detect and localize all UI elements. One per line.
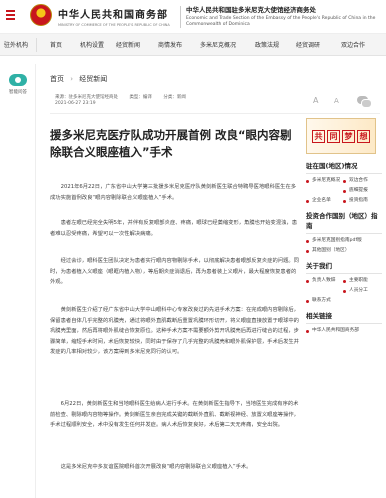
article-date: 2021-06-27 23:19 [55, 101, 96, 106]
article-paragraph: 2021年6月22日，广东省中山大学第三批援多米尼克医疗队黄剑新医生联合特聘导医… [50, 184, 297, 201]
bullet-icon [306, 280, 309, 283]
article-paragraph: 6月22日，黄剑新医生和当地眼科医生给病人进行手术。在黄剑新医生指导下，当地医生… [50, 401, 299, 428]
nav-item-research[interactable]: 经贸调研 [296, 40, 320, 49]
site-brand[interactable]: 中华人民共和国商务部 MINISTRY OF COMMERCE OF THE P… [58, 6, 170, 27]
bullet-icon [306, 250, 309, 253]
bullet-icon [306, 180, 309, 183]
common-dream-banner[interactable]: 共 同 梦 想 [306, 118, 376, 154]
breadcrumb-section[interactable]: 经贸新闻 [79, 75, 107, 83]
sidebar-link[interactable]: 企业名单 [306, 198, 343, 204]
smart-qa-label: 智能问答 [9, 90, 27, 95]
sidebar-link[interactable]: 主要职能 [343, 278, 380, 284]
breadcrumb-separator: › [70, 75, 74, 83]
font-decrease-button[interactable]: A [334, 97, 339, 105]
article-paragraph: 黄剑新医生介绍了经广东省中山大学中山眼科中心专家改良过的先进手术方案：在完成眼内… [50, 307, 299, 355]
article-source: 来源：驻多米尼克大使馆经商处 [55, 95, 118, 100]
bullet-icon [343, 180, 346, 183]
nav-item-business[interactable]: 商情发布 [158, 40, 182, 49]
sidebar-link[interactable]: 中华人民共和国商务部 [306, 328, 382, 334]
embassy-name-cn: 中华人民共和国驻多米尼克大使馆经济商务处 [186, 6, 316, 14]
bullet-icon [343, 290, 346, 293]
sidebar-heading-links: 相关链接 [306, 312, 332, 320]
wechat-icon[interactable] [357, 96, 372, 108]
banner-char: 想 [357, 129, 370, 143]
sidebar-link[interactable]: 负责人致辞 [306, 278, 343, 284]
breadcrumb: 首页 › 经贸新闻 [50, 74, 107, 84]
site-name-cn: 中华人民共和国商务部 [58, 10, 168, 21]
banner-char: 共 [312, 129, 325, 143]
banner-char: 同 [327, 129, 340, 143]
site-name-en: MINISTRY OF COMMERCE OF THE PEOPLE'S REP… [58, 23, 170, 27]
article-title: 援多米尼克医疗队成功开展首例 改良“眼内容剔除联合义眼座植入”手术 [50, 128, 292, 159]
sidebar-heading-about: 关于我们 [306, 262, 332, 270]
bullet-icon [343, 200, 346, 203]
sidebar-divider [306, 323, 382, 324]
sidebar-link[interactable]: 人员分工 [343, 288, 380, 294]
sidebar-link[interactable]: 多米尼克概况 [306, 178, 343, 184]
article-type: 类型：编译 [129, 95, 152, 100]
sidebar-link[interactable]: 其他国别（地区） [306, 248, 382, 254]
sidebar-heading-country: 驻在国(地区)情况 [306, 162, 358, 170]
nav-item-policy[interactable]: 政策法规 [255, 40, 279, 49]
top-header: 中华人民共和国商务部 MINISTRY OF COMMERCE OF THE P… [0, 0, 386, 34]
article-paragraph: 患者左眼已经完全失明5年，并伴有反复眼部炎症、疼痛，眼球已经萎缩变形，角膜也开始… [50, 220, 298, 237]
font-increase-button[interactable]: A [313, 96, 318, 105]
nav-item-home[interactable]: 首页 [50, 40, 62, 49]
bullet-icon [306, 240, 309, 243]
breadcrumb-home[interactable]: 首页 [50, 75, 64, 83]
nav-item-news[interactable]: 经贸新闻 [116, 40, 140, 49]
left-rail: 智能问答 [0, 64, 36, 498]
bullet-icon [306, 300, 309, 303]
bullet-icon [343, 280, 346, 283]
nav-item-cooperation[interactable]: 双边合作 [341, 40, 365, 49]
menu-icon[interactable] [6, 10, 15, 20]
right-sidebar: 共 同 梦 想 驻在国(地区)情况 多米尼克概况 双边合作 底细提报 企业名单 … [306, 118, 382, 338]
smart-qa-button[interactable]: 智能问答 [4, 74, 32, 95]
nav-item-country[interactable]: 多米尼克概况 [200, 40, 236, 49]
sidebar-divider [306, 273, 382, 274]
nav-item-overseas[interactable]: 驻外机构 [4, 40, 28, 49]
embassy-title: 中华人民共和国驻多米尼克大使馆经济商务处 Economic and Trade … [186, 4, 382, 28]
sidebar-divider [306, 173, 382, 174]
sidebar-link[interactable]: 投资指南 [343, 198, 380, 204]
nav-item-org[interactable]: 机构设置 [80, 40, 104, 49]
sidebar-heading-guide: 投资合作国别（地区）指南 [306, 212, 378, 230]
main-nav: 驻外机构 首页 机构设置 经贸新闻 商情发布 多米尼克概况 政策法规 经贸调研 … [0, 34, 386, 56]
sidebar-link[interactable]: 底细提报 [343, 188, 380, 194]
sidebar-divider [306, 233, 382, 234]
sidebar-link[interactable]: 多米尼克国别指南pdf版 [306, 238, 382, 244]
article-category: 分类：新闻 [163, 95, 186, 100]
national-emblem-logo [30, 4, 52, 26]
nav-separator [36, 38, 37, 52]
header-divider [180, 6, 181, 28]
banner-char: 梦 [342, 129, 355, 143]
bullet-icon [306, 200, 309, 203]
sidebar-link[interactable]: 双边合作 [343, 178, 380, 184]
sidebar-link[interactable]: 联系方式 [306, 298, 382, 304]
bullet-icon [343, 190, 346, 193]
embassy-name-en: Economic and Trade Section of the Embass… [186, 16, 376, 27]
chat-bot-icon [9, 74, 27, 86]
bullet-icon [306, 330, 309, 333]
article-paragraph: 这是多米尼克中多友谊医院眼科首次开展改良“眼内容剔除联合义眼座植入”手术。 [60, 464, 252, 470]
divider [50, 113, 380, 114]
article-paragraph: 经过会诊，眼科医生团队决定为患者实行眼内容物剔除手术，以彻底解决患者眼部反复炎症… [50, 258, 299, 285]
article-meta: 来源：驻多米尼克大使馆经商处 类型：编译 分类：新闻 [55, 94, 196, 100]
